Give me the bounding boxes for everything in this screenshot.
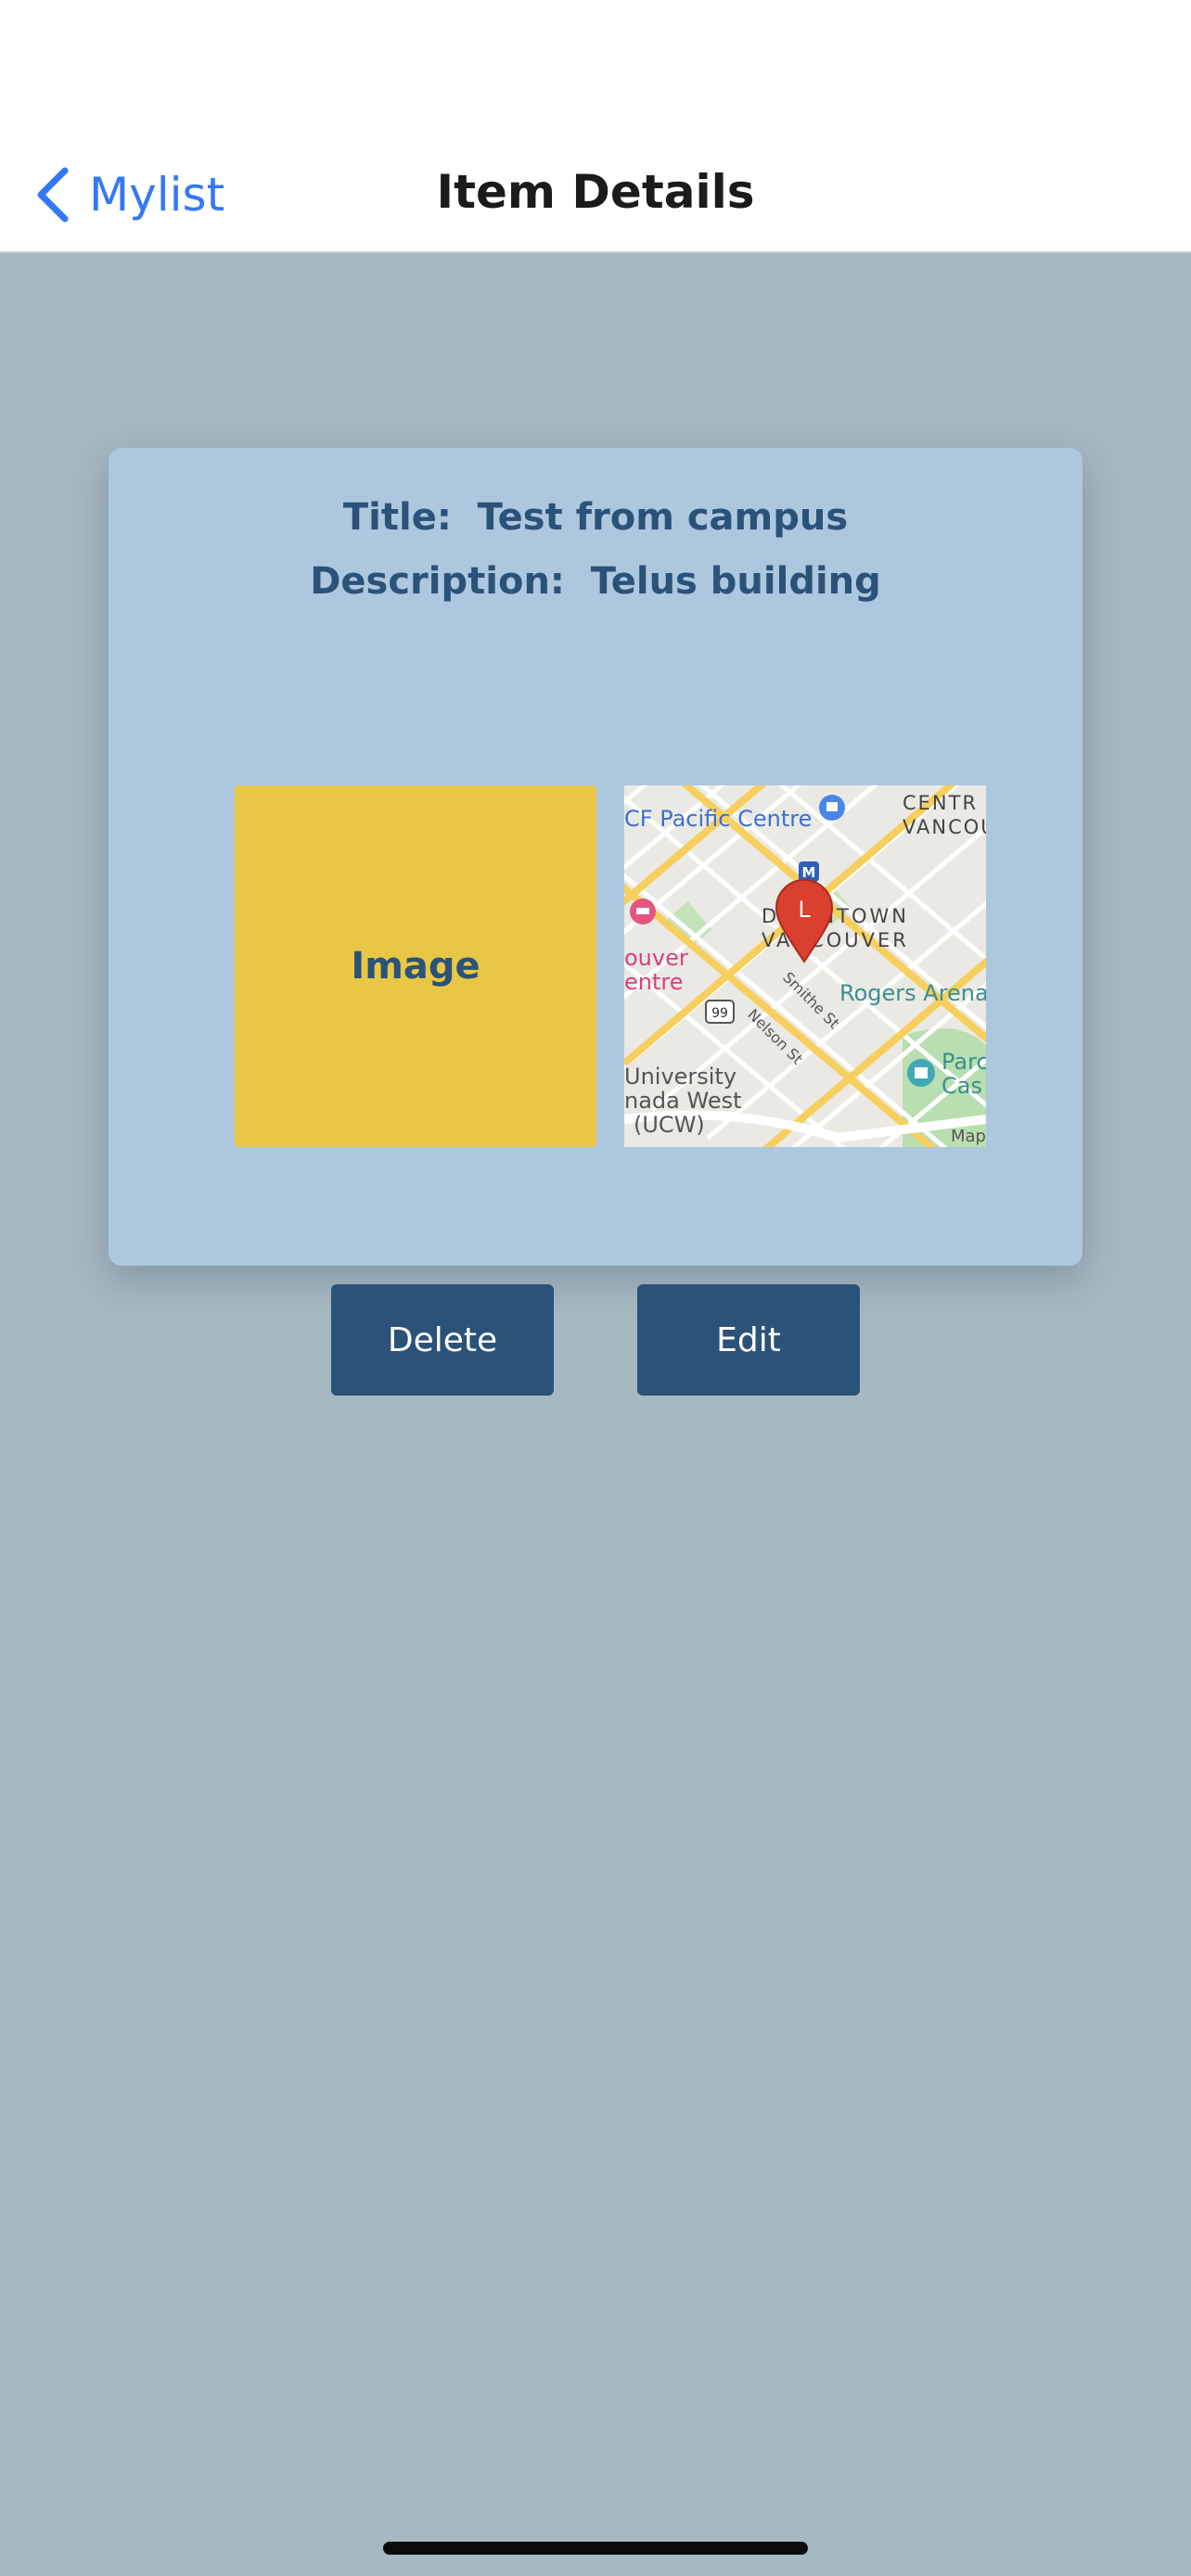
delete-button[interactable]: Delete <box>331 1284 554 1396</box>
metro-label: M <box>802 864 816 881</box>
home-indicator[interactable] <box>383 2542 808 2555</box>
location-map[interactable]: M 99 CF Pacific Centre CENTR VANCOU DOWN… <box>624 785 986 1147</box>
map-label-rogers: Rogers Arena <box>839 980 986 1006</box>
pin-label: L <box>798 897 811 923</box>
route-label: 99 <box>711 1006 728 1021</box>
map-label-park-1: Parc <box>941 1049 986 1075</box>
map-label-central-1: CENTR <box>903 792 978 814</box>
map-label-park-2: Cas <box>941 1073 982 1099</box>
item-details-card: Title: Test from campus Description: Tel… <box>109 448 1082 1396</box>
map-label-university-1: University <box>624 1064 736 1090</box>
map-label-vancouver-1: ouver <box>624 945 688 971</box>
page-title: Item Details <box>436 165 755 219</box>
image-placeholder-label: Image <box>351 945 480 988</box>
map-label-university-2: nada West <box>624 1088 742 1114</box>
navigation-bar: Mylist Item Details <box>0 130 1191 253</box>
map-label-vancouver-2: entre <box>624 969 684 995</box>
status-bar <box>0 0 1191 130</box>
map-label-pacific-centre: CF Pacific Centre <box>624 806 812 832</box>
item-description: Description: Telus building <box>310 560 881 603</box>
map-label-university-3: (UCW) <box>634 1112 705 1138</box>
edit-button[interactable]: Edit <box>637 1284 860 1396</box>
map-label-downtown-2: VANCOUVER <box>762 929 909 951</box>
map-attribution: Map <box>951 1127 986 1146</box>
map-label-central-2: VANCOU <box>903 816 986 838</box>
item-image-placeholder: Image <box>235 785 596 1147</box>
item-title: Title: Test from campus <box>342 496 849 539</box>
